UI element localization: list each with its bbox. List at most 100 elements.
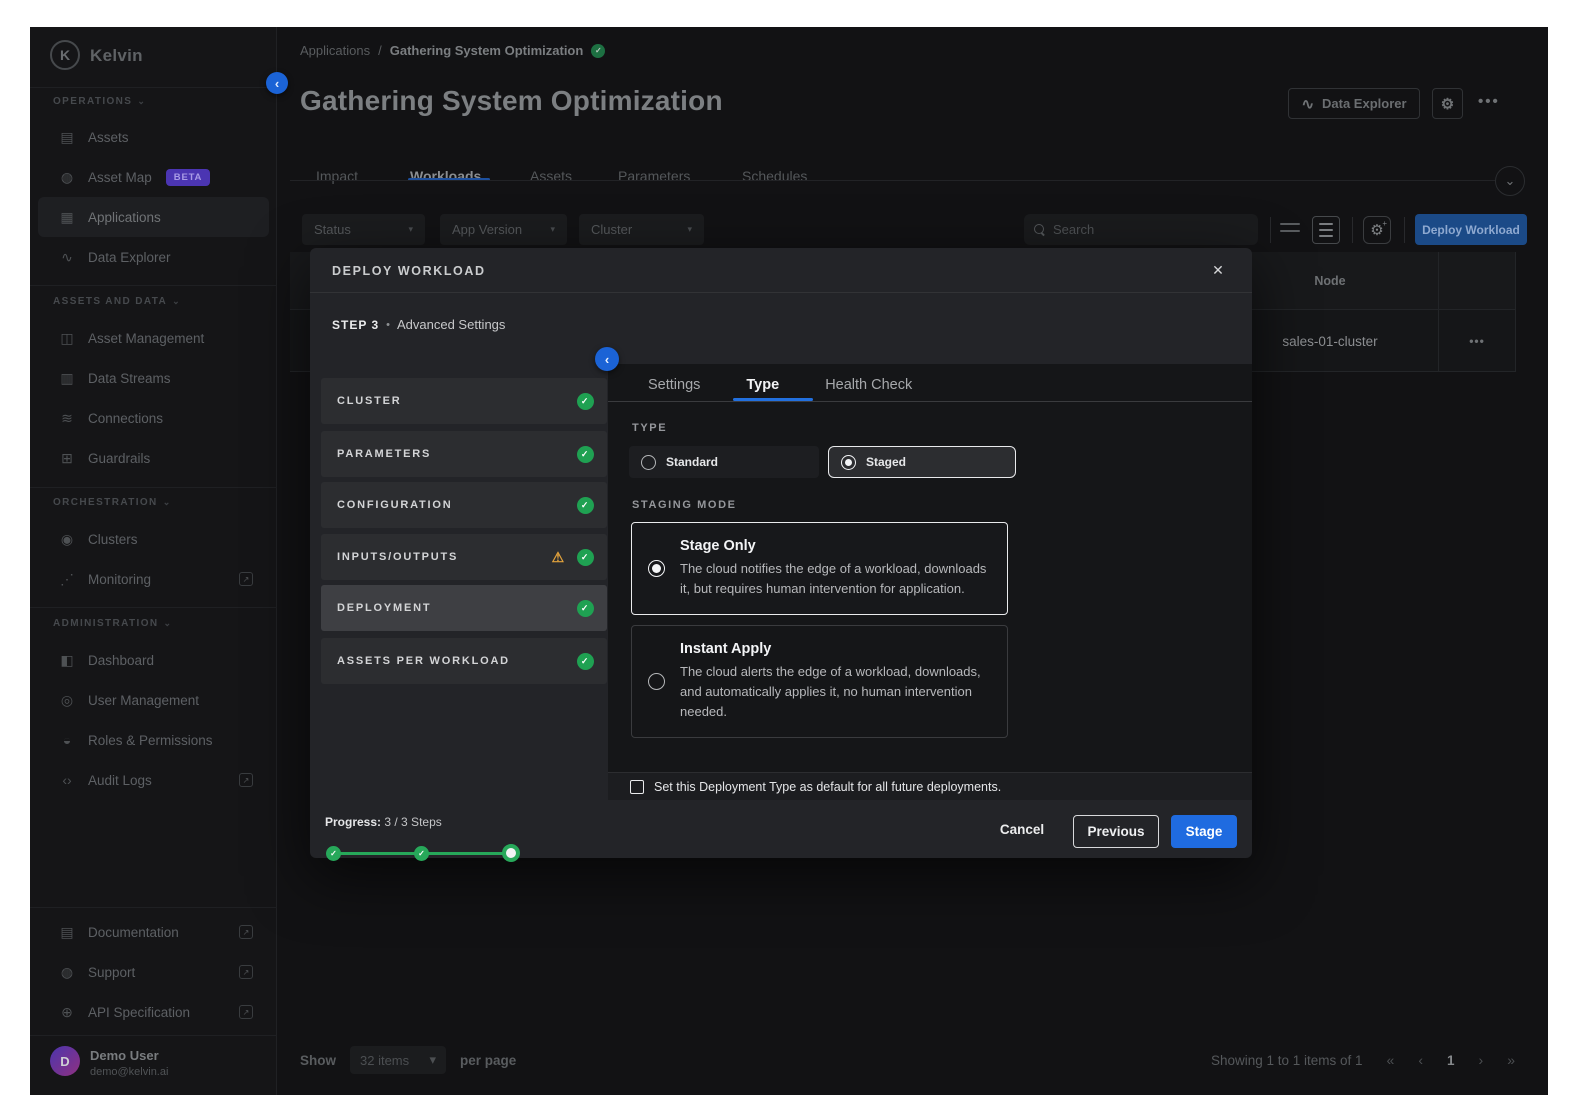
filter-status[interactable]: Status▾ (302, 214, 425, 245)
search-input[interactable] (1053, 222, 1248, 237)
users-icon: ◎ (58, 692, 76, 709)
check-icon: ✓ (577, 393, 594, 410)
sidebar-section-administration[interactable]: ADMINISTRATION⌄ (53, 618, 172, 629)
tab-parameters[interactable]: Parameters (618, 168, 690, 184)
step-card-inputs-outputs[interactable]: INPUTS/OUTPUTS⚠✓ (321, 534, 607, 580)
sidebar-item-data-explorer[interactable]: ∿Data Explorer (30, 237, 277, 277)
chevron-left-icon: ‹ (275, 76, 279, 91)
compact-view-toggle[interactable] (1280, 223, 1300, 237)
close-button[interactable]: ✕ (1208, 260, 1228, 280)
default-deployment-checkbox[interactable] (630, 780, 644, 794)
progress-step-current-icon (502, 844, 520, 862)
sidebar-item-connections[interactable]: ≋Connections (30, 398, 277, 438)
check-icon: ✓ (577, 446, 594, 463)
tab-schedules[interactable]: Schedules (742, 168, 807, 184)
sidebar-item-roles-permissions[interactable]: ◒Roles & Permissions (30, 720, 277, 760)
staging-option-instant-apply[interactable]: Instant Apply The cloud alerts the edge … (631, 625, 1008, 738)
sidebar-item-dashboard[interactable]: ◧Dashboard (30, 640, 277, 680)
tab-impact[interactable]: Impact (316, 168, 358, 184)
type-option-staged[interactable]: Staged (828, 446, 1016, 478)
panel-tab-settings[interactable]: Settings (648, 377, 700, 393)
pagination-summary: Showing 1 to 1 items of 1 (1211, 1053, 1363, 1068)
option-title: Stage Only (680, 538, 991, 554)
step-card-assets-per-workload[interactable]: ASSETS PER WORKLOAD✓ (321, 638, 607, 684)
tab-workloads[interactable]: Workloads (410, 168, 481, 184)
tab-assets[interactable]: Assets (530, 168, 572, 184)
sidebar-section-assets-and-data[interactable]: ASSETS AND DATA⌄ (53, 296, 181, 307)
sidebar-item-user-management[interactable]: ◎User Management (30, 680, 277, 720)
sidebar-item-data-streams[interactable]: ▥Data Streams (30, 358, 277, 398)
sidebar-item-clusters[interactable]: ◉Clusters (30, 519, 277, 559)
sidebar-section-orchestration[interactable]: ORCHESTRATION⌄ (53, 497, 172, 508)
first-page-button[interactable]: « (1387, 1052, 1395, 1068)
breadcrumb: Applications / Gathering System Optimiza… (300, 43, 605, 58)
deploy-workload-button[interactable]: Deploy Workload (1415, 214, 1527, 245)
sidebar-item-monitoring[interactable]: ⋰Monitoring↗ (30, 559, 277, 599)
user-gear-icon: ◒ (58, 732, 76, 748)
divider (608, 401, 1252, 402)
warning-icon: ⚠ (552, 549, 566, 566)
filter-app-version[interactable]: App Version▾ (440, 214, 567, 245)
chevron-down-icon: ⌄ (172, 296, 181, 306)
caret-down-icon: ▾ (550, 224, 555, 235)
step-card-parameters[interactable]: PARAMETERS✓ (321, 431, 607, 477)
modal-title: DEPLOY WORKLOAD (332, 264, 486, 278)
sidebar-section-operations[interactable]: OPERATIONS⌄ (53, 96, 146, 107)
kelvin-logo-icon: K (50, 40, 80, 70)
breadcrumb-root[interactable]: Applications (300, 43, 370, 58)
active-panel-tab-underline (733, 398, 813, 401)
sidebar-item-support[interactable]: ◍Support↗ (30, 952, 277, 992)
settings-button[interactable]: ⚙ (1432, 88, 1463, 119)
option-description: The cloud alerts the edge of a workload,… (680, 662, 991, 722)
last-page-button[interactable]: » (1507, 1052, 1515, 1068)
deployment-settings-panel: Settings Type Health Check TYPE Standard… (608, 364, 1252, 800)
check-icon: ✓ (577, 653, 594, 670)
staging-mode-label: STAGING MODE (632, 499, 737, 511)
sidebar-item-asset-management[interactable]: ◫Asset Management (30, 318, 277, 358)
detailed-view-toggle[interactable] (1312, 216, 1340, 244)
table-settings-button[interactable]: ⚙+ (1363, 216, 1391, 244)
stage-button[interactable]: Stage (1171, 815, 1237, 848)
panel-tab-type[interactable]: Type (746, 377, 779, 393)
column-header-node: Node (1270, 274, 1390, 288)
current-page[interactable]: 1 (1447, 1053, 1455, 1068)
previous-page-button[interactable]: ‹ (1418, 1052, 1423, 1068)
step-card-deployment[interactable]: DEPLOYMENT✓ (321, 585, 607, 631)
sparkle-icon: + (1382, 219, 1387, 228)
panel-tab-health-check[interactable]: Health Check (825, 377, 912, 393)
divider (30, 285, 277, 286)
filter-cluster[interactable]: Cluster▾ (579, 214, 704, 245)
row-actions-button[interactable]: ••• (1438, 334, 1516, 348)
default-deployment-row: Set this Deployment Type as default for … (608, 772, 1252, 800)
data-explorer-button[interactable]: ∿ Data Explorer (1288, 88, 1420, 119)
sidebar-item-api-specification[interactable]: ⊕API Specification↗ (30, 992, 277, 1032)
previous-button[interactable]: Previous (1073, 815, 1159, 848)
cancel-button[interactable]: Cancel (993, 822, 1051, 837)
next-page-button[interactable]: › (1479, 1052, 1484, 1068)
radio-icon (648, 673, 665, 690)
more-actions-button[interactable]: ••• (1478, 93, 1500, 110)
divider (30, 607, 277, 608)
page-size-select[interactable]: 32 items▾ (350, 1046, 446, 1074)
pagination: Showing 1 to 1 items of 1 « ‹ 1 › » (1211, 1046, 1515, 1074)
external-link-icon: ↗ (239, 925, 253, 939)
sidebar-item-asset-map[interactable]: ◍Asset MapBETA (30, 157, 277, 197)
collapse-header-button[interactable]: ⌄ (1495, 166, 1525, 196)
divider (1270, 217, 1271, 243)
page-size-controls: Show 32 items▾ per page (300, 1046, 516, 1074)
step-card-configuration[interactable]: CONFIGURATION✓ (321, 482, 607, 528)
step-card-cluster[interactable]: CLUSTER✓ (321, 378, 607, 424)
sidebar-item-documentation[interactable]: ▤Documentation↗ (30, 912, 277, 952)
collapse-steps-button[interactable]: ‹ (595, 347, 619, 371)
sidebar-collapse-button[interactable]: ‹ (266, 72, 288, 94)
avatar[interactable]: D (50, 1046, 80, 1076)
chevron-down-icon: ⌄ (1505, 173, 1516, 189)
sidebar-item-applications[interactable]: ▦Applications (38, 197, 269, 237)
sidebar-item-guardrails[interactable]: ⊞Guardrails (30, 438, 277, 478)
clusters-icon: ◉ (58, 531, 76, 548)
sidebar-item-audit-logs[interactable]: ‹›Audit Logs↗ (30, 760, 277, 800)
type-option-standard[interactable]: Standard (629, 446, 819, 478)
sidebar-item-assets[interactable]: ▤Assets (30, 117, 277, 157)
data-explorer-icon: ∿ (58, 249, 76, 266)
staging-option-stage-only[interactable]: Stage Only The cloud notifies the edge o… (631, 522, 1008, 615)
